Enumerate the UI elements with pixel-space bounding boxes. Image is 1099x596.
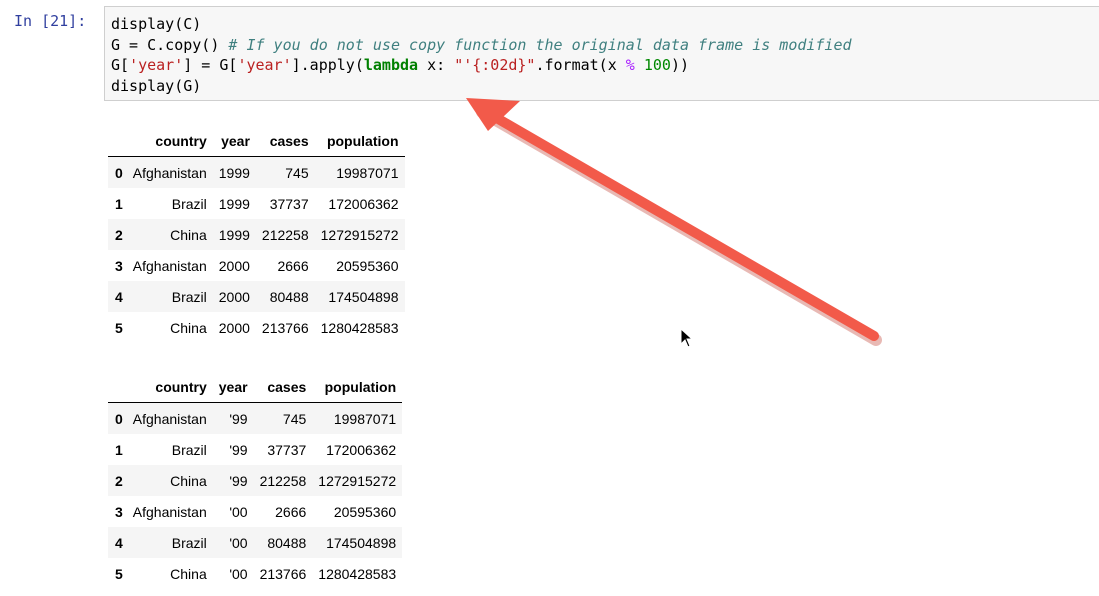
- mouse-pointer-icon: [680, 328, 694, 348]
- annotation-arrow-icon: [466, 98, 882, 346]
